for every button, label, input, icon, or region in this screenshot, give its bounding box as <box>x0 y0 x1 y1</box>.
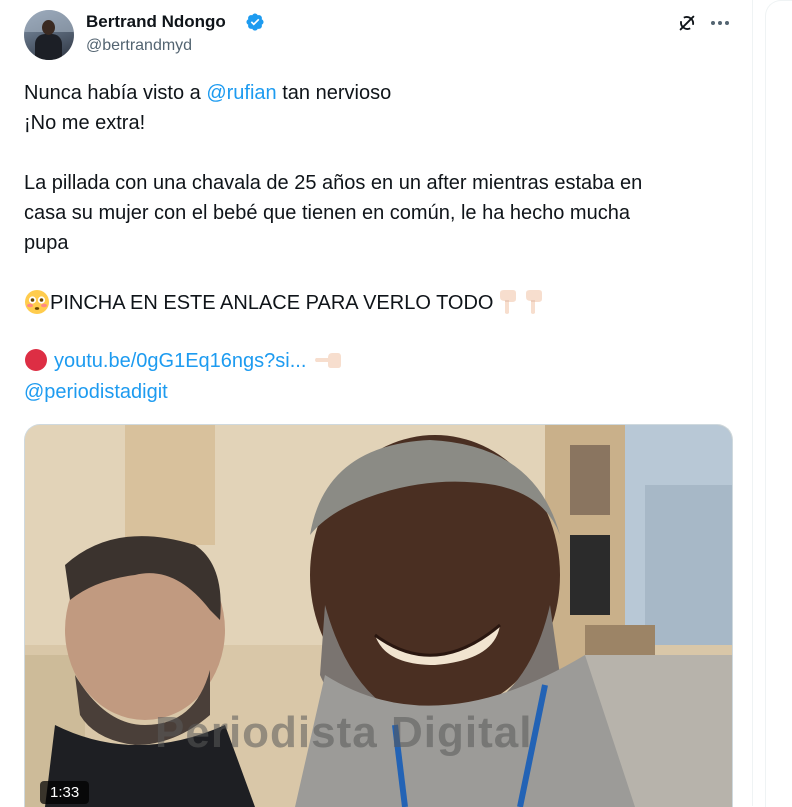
tweet-link-line: youtu.be/0gG1Eq16ngs?si... <box>24 346 342 376</box>
tweet-mention-line: @periodistadigit <box>24 377 168 407</box>
verified-badge-icon <box>246 13 264 31</box>
point-left-emoji <box>315 352 342 368</box>
tweet-cta-line: PINCHA EN ESTE ANLACE PARA VERLO TODO <box>24 288 545 318</box>
tweet-text-line-2: ¡No me extra! <box>24 112 146 134</box>
red-circle-emoji <box>25 348 47 371</box>
grok-icon[interactable] <box>676 12 698 34</box>
more-icon[interactable] <box>710 20 730 26</box>
tweet-text-line-3: La pillada con una chavala de 25 años en… <box>24 172 643 194</box>
sidebar-panel-edge <box>765 0 792 807</box>
mention-link[interactable]: @rufian <box>206 82 276 104</box>
point-down-emoji <box>500 289 517 314</box>
author-name[interactable]: Bertrand Ndongo <box>86 12 226 32</box>
mention-link[interactable]: @periodistadigit <box>24 381 168 403</box>
video-duration-badge: 1:33 <box>40 781 90 804</box>
cta-text: PINCHA EN ESTE ANLACE PARA VERLO TODO <box>50 292 494 314</box>
external-link[interactable]: youtu.be/0gG1Eq16ngs?si... <box>54 350 306 372</box>
text-segment: Nunca había visto a <box>24 82 207 104</box>
author-handle[interactable]: @bertrandmyd <box>86 37 192 55</box>
tweet-text-line-4: casa su mujer con el bebé que tienen en … <box>24 202 630 224</box>
avatar[interactable] <box>24 10 74 60</box>
tweet-text-line-5: pupa <box>24 232 69 254</box>
video-watermark: Periodista Digital <box>155 708 533 757</box>
text-segment: tan nervioso <box>276 82 392 104</box>
tweet-text-line-1: Nunca había visto a @rufian tan nervioso <box>24 78 391 108</box>
flushed-face-emoji <box>25 289 49 314</box>
tweet-card: Bertrand Ndongo @bertrandmyd Nunca había… <box>0 0 753 807</box>
point-down-emoji <box>526 289 543 314</box>
